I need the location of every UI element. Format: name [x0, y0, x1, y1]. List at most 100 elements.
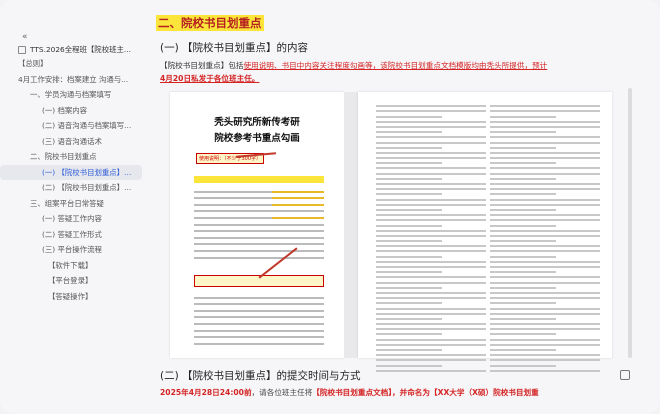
preview-line [490, 162, 556, 165]
preview-line [376, 291, 486, 294]
toc-list: 【总则】 4月工作安排：档案建立 沟通与... 一、学员沟通与档案填写 (一) 档案内… [0, 56, 142, 304]
preview-line [376, 271, 442, 274]
preview-line [490, 250, 600, 253]
preview-line [376, 183, 486, 185]
preview-line [490, 369, 600, 372]
preview-line [490, 229, 600, 232]
preview-line [490, 255, 556, 258]
toc-item[interactable]: 【软件下载】 [0, 258, 142, 274]
preview-line [376, 338, 486, 341]
preview-line [376, 120, 486, 123]
preview-line [490, 343, 600, 346]
preview-line [490, 245, 600, 248]
preview-line [490, 364, 556, 367]
preview-line [376, 333, 442, 336]
toc-item[interactable]: 一、学员沟通与档案填写 [0, 87, 142, 103]
toc-item[interactable]: 二、院校书目划重点 [0, 149, 142, 165]
preview-line [490, 359, 600, 362]
preview-line [490, 276, 600, 279]
preview-line [376, 131, 442, 134]
preview-line [490, 157, 600, 160]
preview-line [376, 255, 442, 258]
preview-line [490, 281, 600, 284]
preview-line [490, 172, 600, 175]
preview-line [376, 188, 486, 191]
preview-line [376, 234, 486, 237]
doc-preview-left: 秃头研究所新传考研 院校参考书重点勾画 使用说明：（不少于300字） [170, 92, 344, 358]
toc-item[interactable]: 4月工作安排：档案建立 沟通与... [0, 72, 142, 88]
preview-line [490, 271, 556, 274]
preview-line [376, 125, 486, 128]
toc-item[interactable]: (二) 【院校书目划重点】的... [0, 180, 142, 196]
preview-line [376, 240, 442, 243]
preview-section-bar [194, 176, 324, 183]
doc-title: TTS.2026全程班【院校班主... [30, 45, 131, 54]
preview-line [376, 245, 486, 248]
preview-col-2 [490, 102, 600, 375]
toc-item[interactable]: (一) 【院校书目划重点】的... [0, 164, 142, 180]
document-icon [18, 45, 26, 54]
window: « TTS.2026全程班【院校班主... 【总则】 4月工作安排：档案建立 沟通… [0, 0, 660, 414]
preview-line [490, 193, 556, 196]
preview-line [490, 302, 556, 305]
paragraph-1: 【院校书目划重点】包括使用说明、书目中内容关注程度勾画等，该院校书目划重点文档模… [160, 61, 548, 83]
preview-line [376, 364, 442, 367]
doc-title-row[interactable]: TTS.2026全程班【院校班主... [18, 44, 131, 55]
preview-line [376, 198, 486, 201]
sidebar-outline: « TTS.2026全程班【院校班主... 【总则】 4月工作安排：档案建立 沟通… [0, 0, 142, 414]
preview-line [376, 276, 486, 279]
toc-item[interactable]: 【总则】 [0, 56, 142, 72]
toc-item[interactable]: 三、组案平台日常答疑 [0, 196, 142, 212]
preview-line [490, 188, 600, 191]
export-icon[interactable] [620, 370, 630, 380]
preview-line [376, 250, 486, 253]
preview-line [376, 115, 442, 118]
toc-item[interactable]: (一) 答疑工作内容 [0, 211, 142, 227]
preview-title-1: 秃头研究所新传考研 [214, 117, 300, 128]
toc-item[interactable]: 【答疑操作】 [0, 289, 142, 305]
preview-line [490, 219, 600, 222]
preview-line [376, 110, 486, 113]
doc-preview-right [358, 92, 612, 372]
preview-line [490, 146, 556, 149]
preview-line [490, 354, 600, 357]
preview-line [376, 219, 486, 222]
preview-col-1 [376, 102, 486, 375]
preview-line [376, 177, 442, 180]
preview-line [490, 141, 600, 144]
preview-line [376, 146, 442, 149]
preview-line [490, 125, 600, 128]
preview-line [490, 328, 600, 331]
preview-line [490, 110, 600, 113]
preview-line [376, 203, 486, 206]
collapse-sidebar-icon[interactable]: « [22, 32, 28, 42]
preview-line [376, 317, 442, 320]
toc-item[interactable]: (三) 语音沟通话术 [0, 134, 142, 150]
preview-line [376, 343, 486, 346]
document-body: 二、院校书目划重点 (一) 【院校书目划重点】的内容 【院校书目划重点】包括使用… [142, 0, 660, 414]
preview-line [376, 229, 486, 232]
preview-line [490, 240, 556, 243]
toc-item[interactable]: (二) 答疑工作形式 [0, 227, 142, 243]
preview-line [490, 338, 600, 341]
toc-item[interactable]: (三) 平台操作流程 [0, 242, 142, 258]
preview-lines-1 [194, 186, 324, 263]
preview-line [376, 297, 486, 300]
page-gap [344, 92, 358, 358]
preview-line [376, 208, 442, 211]
toc-item[interactable]: (二) 语音沟通与档案填写流程 [0, 118, 142, 134]
preview-line [376, 307, 486, 310]
preview-line [376, 312, 486, 315]
toc-item[interactable]: 【平台登录】 [0, 273, 142, 289]
paragraph-2: 2025年4月28日24:00前，请各位班主任将【院校书目划重点文档】，并命名为… [160, 388, 539, 397]
preview-lines-2 [194, 292, 324, 349]
scrollbar[interactable] [628, 88, 632, 358]
preview-line [490, 312, 600, 315]
preview-line [490, 115, 556, 118]
toc-item[interactable]: (一) 档案内容 [0, 103, 142, 119]
preview-line [376, 369, 486, 372]
preview-line [376, 141, 486, 144]
preview-line [490, 167, 600, 170]
preview-line [376, 214, 486, 217]
preview-line [376, 323, 486, 326]
